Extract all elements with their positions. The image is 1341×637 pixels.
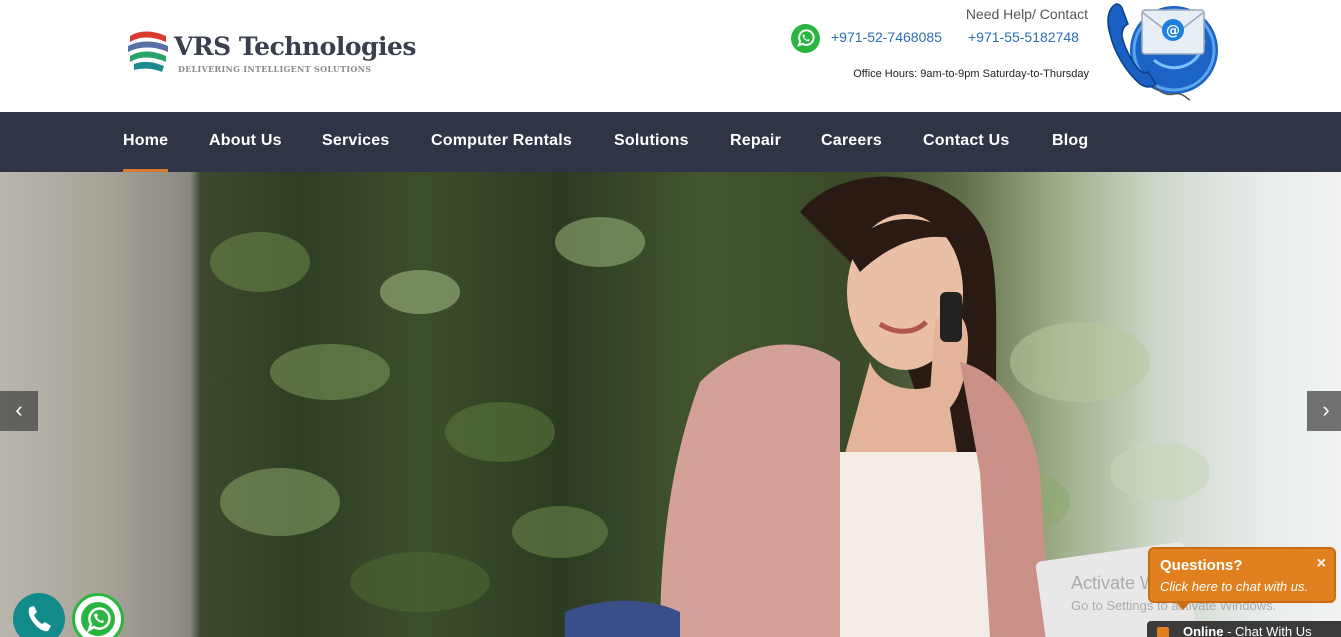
nav-item-computer-rentals[interactable]: Computer Rentals: [431, 112, 572, 172]
slider-next-button[interactable]: ›: [1307, 391, 1341, 431]
brand-name: VRS Technologies: [174, 32, 416, 61]
floating-call-button[interactable]: [13, 593, 65, 637]
nav-item-services[interactable]: Services: [322, 112, 389, 172]
chat-close-button[interactable]: ×: [1317, 555, 1326, 573]
brand-tagline: DELIVERING INTELLIGENT SOLUTIONS: [178, 64, 372, 74]
chat-subtitle: Click here to chat with us.: [1160, 579, 1309, 594]
slider-prev-button[interactable]: ‹: [0, 391, 38, 431]
phone-icon: [28, 606, 51, 632]
brand-swoosh-icon: [128, 31, 168, 72]
nav-item-solutions[interactable]: Solutions: [614, 112, 689, 172]
logo[interactable]: VRS Technologies DELIVERING INTELLIGENT …: [126, 28, 416, 80]
phone-link-2[interactable]: +971-55-5182748: [968, 29, 1079, 45]
svg-text:@: @: [1166, 23, 1180, 39]
site-header: VRS Technologies DELIVERING INTELLIGENT …: [0, 0, 1341, 112]
main-nav: Home About Us Services Computer Rentals …: [0, 112, 1341, 172]
hero-image: [210, 176, 1210, 637]
nav-item-careers[interactable]: Careers: [821, 112, 882, 172]
nav-item-contact-us[interactable]: Contact Us: [923, 112, 1009, 172]
chat-status-label: Online: [1183, 624, 1224, 637]
nav-item-repair[interactable]: Repair: [730, 112, 781, 172]
chat-status-suffix: - Chat With Us: [1223, 624, 1312, 637]
office-hours: Office Hours: 9am-to-9pm Saturday-to-Thu…: [853, 68, 1089, 80]
nav-item-blog[interactable]: Blog: [1052, 112, 1088, 172]
nav-item-about-us[interactable]: About Us: [209, 112, 282, 172]
need-help-text: Need Help/ Contact: [965, 6, 1088, 22]
chat-title: Questions?: [1160, 557, 1243, 574]
whatsapp-icon: [81, 602, 115, 636]
chat-status-text: Online - Chat With Us: [1183, 624, 1312, 637]
nav-item-home[interactable]: Home: [123, 112, 169, 172]
chat-status-bar[interactable]: Online - Chat With Us: [1147, 621, 1341, 637]
chat-invite-bubble[interactable]: Questions? Click here to chat with us. ×: [1148, 547, 1336, 610]
phone-envelope-icon: @: [1107, 3, 1218, 101]
hero-slider: ‹ ›: [0, 172, 1341, 637]
floating-whatsapp-button[interactable]: [72, 593, 124, 637]
phone-link-1[interactable]: +971-52-7468085: [831, 29, 942, 45]
whatsapp-icon[interactable]: [790, 23, 821, 54]
page: VRS Technologies DELIVERING INTELLIGENT …: [0, 0, 1341, 637]
status-dot-icon: [1157, 627, 1169, 637]
